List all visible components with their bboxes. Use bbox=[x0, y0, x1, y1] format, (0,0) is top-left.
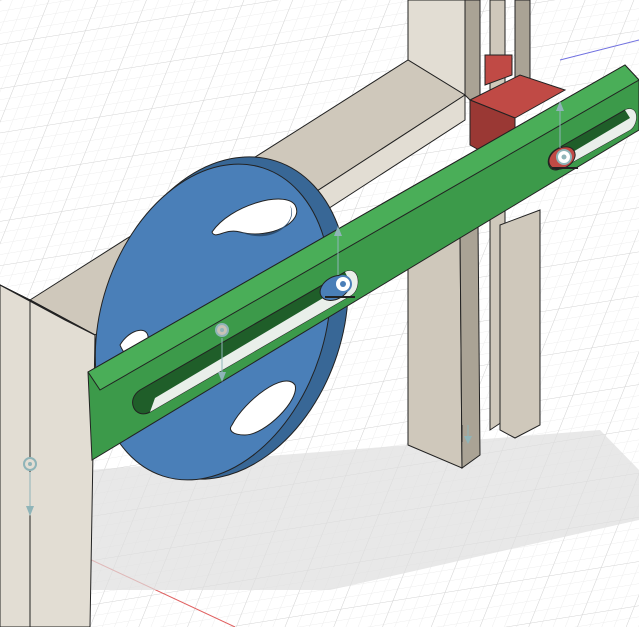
model-view[interactable] bbox=[0, 0, 639, 627]
frame-post-front[interactable] bbox=[0, 284, 31, 627]
canvas-viewport[interactable] bbox=[0, 0, 639, 627]
